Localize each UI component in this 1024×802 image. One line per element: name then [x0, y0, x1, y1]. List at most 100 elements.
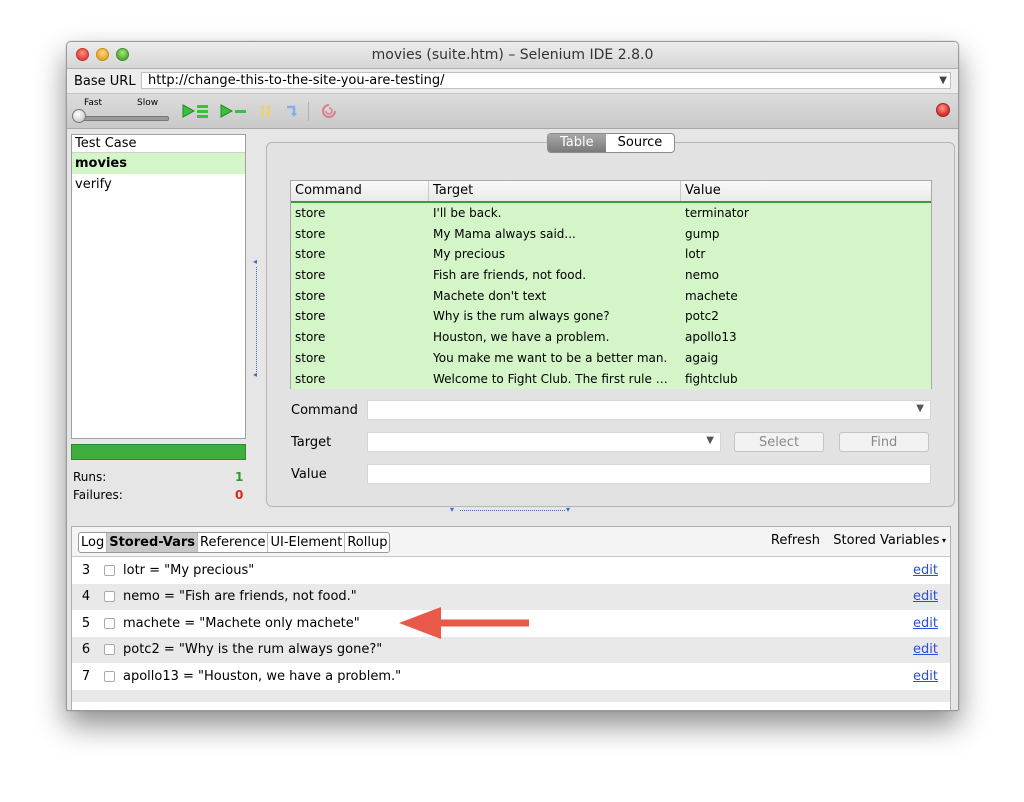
runs-count: 1: [235, 470, 244, 484]
row-number: 4: [81, 589, 91, 605]
column-header-value[interactable]: Value: [681, 181, 931, 201]
cell-command: store: [295, 330, 326, 345]
cell-target: My Mama always said...: [433, 226, 576, 241]
refresh-button[interactable]: Refresh: [771, 533, 820, 548]
command-label: Command: [291, 403, 358, 418]
collapse-left-icon[interactable]: ◂: [253, 257, 257, 266]
failures-count: 0: [235, 488, 244, 502]
record-button[interactable]: [936, 103, 950, 117]
base-url-label: Base URL: [74, 74, 136, 89]
edit-link[interactable]: edit: [913, 616, 938, 631]
speed-slider-handle[interactable]: [72, 109, 86, 123]
tab-source[interactable]: Source: [606, 134, 675, 152]
table-row[interactable]: store Why is the rum always gone? potc2: [291, 306, 931, 328]
test-case-item[interactable]: verify: [72, 174, 245, 195]
tab-table[interactable]: Table: [548, 134, 606, 152]
stored-var-text: lotr = "My precious": [123, 562, 255, 578]
table-row[interactable]: store Machete don't text machete: [291, 285, 931, 307]
cell-target: Fish are friends, not food.: [433, 268, 587, 283]
row-checkbox[interactable]: [104, 617, 115, 629]
row-number: 3: [81, 562, 91, 578]
window-title: movies (suite.htm) – Selenium IDE 2.8.0: [371, 47, 654, 63]
stored-var-text: potc2 = "Why is the rum always gone?": [123, 642, 383, 658]
stored-var-row: 7 apollo13 = "Houston, we have a problem…: [72, 663, 950, 690]
vertical-splitter[interactable]: ◂ ◂: [253, 257, 259, 382]
cell-value: potc2: [685, 309, 719, 324]
base-url-value: http://change-this-to-the-site-you-are-t…: [148, 73, 445, 88]
cell-command: store: [295, 371, 326, 386]
row-number: 6: [81, 642, 91, 658]
cell-target: Machete don't text: [433, 288, 547, 303]
edit-link[interactable]: edit: [913, 669, 938, 684]
cell-value: machete: [685, 288, 738, 303]
table-row[interactable]: store Fish are friends, not food. nemo: [291, 265, 931, 286]
target-label: Target: [291, 435, 332, 450]
cell-value: gump: [685, 226, 720, 241]
row-checkbox[interactable]: [104, 644, 115, 656]
find-button[interactable]: Find: [839, 432, 929, 452]
row-checkbox[interactable]: [104, 591, 115, 603]
tab-rollup[interactable]: Rollup: [345, 533, 389, 552]
base-url-combobox[interactable]: http://change-this-to-the-site-you-are-t…: [141, 72, 951, 89]
target-combobox[interactable]: ▼: [367, 432, 721, 452]
table-row[interactable]: store My Mama always said... gump: [291, 223, 931, 245]
cell-value: lotr: [685, 247, 706, 262]
step-icon[interactable]: [285, 103, 299, 119]
stored-var-text: machete = "Machete only machete": [123, 615, 360, 631]
bottom-tab-bar: Log Stored-Vars Reference UI-Element Rol…: [72, 527, 950, 557]
stored-var-text: apollo13 = "Houston, we have a problem.": [123, 668, 402, 684]
cell-command: store: [295, 226, 326, 241]
toolbar: Fast Slow: [67, 94, 958, 129]
rollup-icon[interactable]: [321, 103, 337, 119]
table-row[interactable]: store Houston, we have a problem. apollo13: [291, 327, 931, 348]
edit-link[interactable]: edit: [913, 563, 938, 578]
row-checkbox[interactable]: [104, 564, 115, 576]
tab-stored-vars[interactable]: Stored-Vars: [107, 533, 198, 552]
edit-link[interactable]: edit: [913, 589, 938, 604]
row-checkbox[interactable]: [104, 670, 115, 682]
collapse-right-icon[interactable]: ◂: [253, 370, 257, 379]
table-row[interactable]: store I'll be back. terminator: [291, 203, 931, 224]
tab-reference[interactable]: Reference: [198, 533, 269, 552]
tab-log[interactable]: Log: [79, 533, 108, 552]
cell-target: Houston, we have a problem.: [433, 330, 610, 345]
speed-slow-label: Slow: [137, 98, 159, 108]
dropdown-arrow-icon: ▾: [939, 536, 946, 545]
bottom-tabs: Log Stored-Vars Reference UI-Element Rol…: [78, 532, 391, 553]
speed-slider[interactable]: [77, 116, 169, 121]
cell-command: store: [295, 247, 326, 262]
column-header-command[interactable]: Command: [291, 181, 429, 201]
table-row[interactable]: store Welcome to Fight Club. The first ru…: [291, 368, 931, 390]
select-button[interactable]: Select: [734, 432, 824, 452]
play-suite-icon[interactable]: [181, 103, 213, 119]
cell-target: My precious: [433, 247, 506, 262]
collapse-down-icon[interactable]: ▾: [450, 505, 454, 514]
cell-command: store: [295, 350, 326, 365]
cell-target: Why is the rum always gone?: [433, 309, 610, 324]
table-row[interactable]: store You make me want to be a better man…: [291, 347, 931, 369]
annotation-arrow-icon: [399, 607, 529, 639]
edit-link[interactable]: edit: [913, 642, 938, 657]
cell-command: store: [295, 206, 326, 220]
command-combobox[interactable]: ▼: [367, 400, 931, 420]
horizontal-splitter[interactable]: ▾ ▾: [450, 505, 575, 514]
play-test-case-icon[interactable]: [219, 103, 251, 119]
test-case-item[interactable]: movies: [72, 153, 245, 174]
pause-icon[interactable]: [260, 103, 272, 119]
tab-ui-element[interactable]: UI-Element: [268, 533, 346, 552]
collapse-down-icon[interactable]: ▾: [566, 505, 570, 514]
cell-target: I'll be back.: [433, 206, 502, 220]
dropdown-arrow-icon[interactable]: ▼: [706, 435, 714, 446]
cell-value: fightclub: [685, 371, 738, 386]
table-row[interactable]: store My precious lotr: [291, 244, 931, 266]
dropdown-arrow-icon[interactable]: ▼: [939, 73, 947, 89]
speed-fast-label: Fast: [84, 98, 103, 108]
value-field[interactable]: [367, 464, 931, 484]
cell-command: store: [295, 309, 326, 324]
stored-variables-label: Stored Variables: [833, 533, 940, 548]
commands-table: Command Target Value store I'll be back. t…: [290, 180, 932, 390]
column-header-target[interactable]: Target: [429, 181, 681, 201]
dropdown-arrow-icon[interactable]: ▼: [916, 403, 924, 414]
cell-command: store: [295, 288, 326, 303]
stored-variables-selector[interactable]: Stored Variables ▾: [833, 533, 946, 548]
